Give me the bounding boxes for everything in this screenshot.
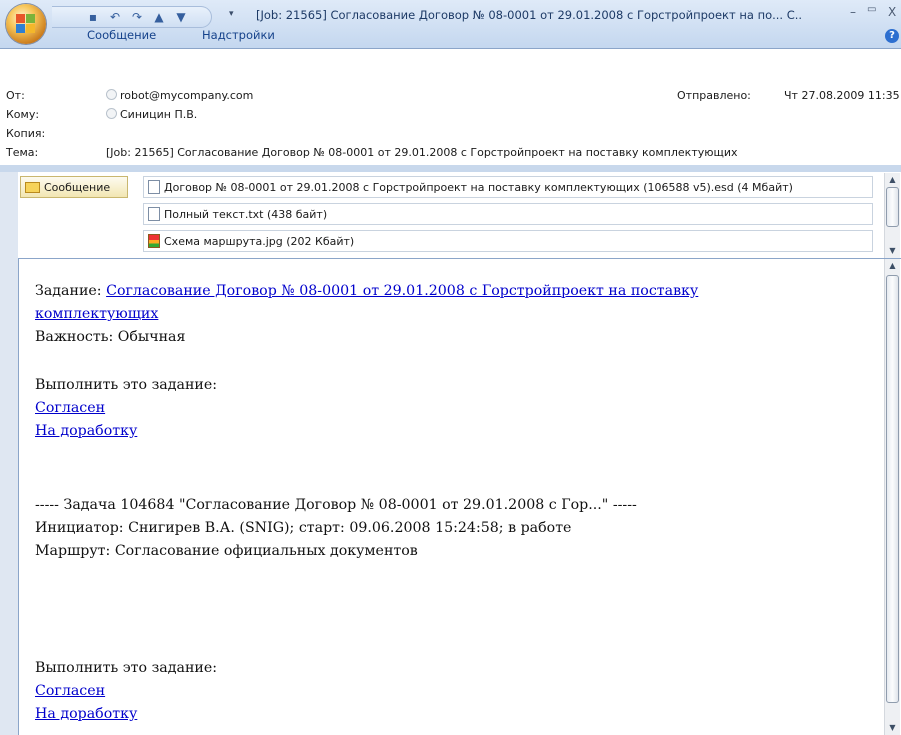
scroll-down-icon[interactable]: ▼ — [885, 244, 900, 258]
rework-line: На доработку — [35, 423, 137, 439]
task-link-continued[interactable]: комплектующих — [35, 306, 158, 322]
message-header: От: robot@mycompany.com Кому: Синицин П.… — [0, 48, 901, 165]
sent-label: Отправлено: — [677, 89, 751, 102]
attachment-item[interactable]: Полный текст.txt (438 байт) — [143, 203, 873, 225]
office-logo-icon — [16, 14, 36, 34]
from-field[interactable]: robot@mycompany.com — [106, 89, 253, 102]
task-link[interactable]: Согласование Договор № 08-0001 от 29.01.… — [106, 283, 698, 299]
subject-label: Тема: — [6, 146, 39, 159]
undo-icon[interactable]: ↶ — [104, 10, 126, 24]
message-tab-label: Сообщение — [44, 180, 111, 194]
scroll-up-icon[interactable]: ▲ — [885, 173, 900, 187]
left-strip — [0, 172, 18, 735]
task-prefix: Задание: — [35, 283, 107, 299]
attachment-item[interactable]: Схема маршрута.jpg (202 Кбайт) — [143, 230, 873, 252]
window-title: [Job: 21565] Согласование Договор № 08-0… — [256, 8, 803, 22]
attachment-label: Договор № 08-0001 от 29.01.2008 с Горстр… — [164, 180, 793, 194]
do-task-label-2: Выполнить это задание: — [35, 660, 218, 676]
image-file-icon — [148, 234, 160, 248]
scroll-thumb[interactable] — [886, 187, 899, 227]
message-tab[interactable]: Сообщение — [20, 176, 128, 198]
cc-label: Копия: — [6, 127, 46, 140]
presence-icon — [106, 89, 117, 100]
scroll-thumb[interactable] — [886, 275, 899, 703]
tab-addins[interactable]: Надстройки — [202, 28, 275, 42]
importance: Важность: Обычная — [35, 329, 186, 345]
rework-line-2: На доработку — [35, 706, 137, 722]
dropdown-icon[interactable]: ▾ — [229, 9, 234, 19]
arrow-down-icon[interactable]: ▼ — [170, 10, 192, 24]
attachment-label: Схема маршрута.jpg (202 Кбайт) — [164, 234, 355, 248]
envelope-icon — [25, 181, 40, 193]
route-line: Маршрут: Согласование официальных докуме… — [35, 543, 418, 559]
sent-value: Чт 27.08.2009 11:35 — [784, 89, 900, 102]
restore-button[interactable]: ▭ — [867, 4, 876, 15]
task-line-2: комплектующих — [35, 306, 158, 322]
tab-message[interactable]: Сообщение — [87, 28, 156, 42]
attachment-label: Полный текст.txt (438 байт) — [164, 207, 328, 221]
body-scrollbar[interactable]: ▲ ▼ — [884, 259, 900, 735]
to-field[interactable]: Синицин П.В. — [106, 108, 197, 121]
to-label: Кому: — [6, 108, 40, 121]
agree-line: Согласен — [35, 400, 105, 416]
from-value: robot@mycompany.com — [120, 89, 254, 102]
agree-link-2[interactable]: Согласен — [35, 683, 105, 699]
subject-value: [Job: 21565] Согласование Договор № 08-0… — [106, 146, 738, 159]
from-label: От: — [6, 89, 25, 102]
rework-link-2[interactable]: На доработку — [35, 706, 137, 722]
attachment-item[interactable]: Договор № 08-0001 от 29.01.2008 с Горстр… — [143, 176, 873, 198]
message-body: Задание: Согласование Договор № 08-0001 … — [18, 258, 901, 735]
task-header: ----- Задача 104684 "Согласование Догово… — [35, 497, 637, 513]
file-icon — [148, 180, 160, 194]
do-task-label: Выполнить это задание: — [35, 377, 218, 393]
quick-access-toolbar: ▪ ↶ ↷ ▲ ▼ — [52, 6, 212, 28]
agree-line-2: Согласен — [35, 683, 105, 699]
redo-icon[interactable]: ↷ — [126, 10, 148, 24]
text-file-icon — [148, 207, 160, 221]
initiator-line: Инициатор: Снигирев В.А. (SNIG); старт: … — [35, 520, 572, 536]
presence-icon — [106, 108, 117, 119]
arrow-up-icon[interactable]: ▲ — [148, 10, 170, 24]
close-button[interactable]: X — [888, 5, 896, 19]
task-line: Задание: Согласование Договор № 08-0001 … — [35, 283, 698, 299]
agree-link[interactable]: Согласен — [35, 400, 105, 416]
save-icon[interactable]: ▪ — [82, 10, 104, 24]
office-button[interactable] — [6, 4, 46, 44]
attachments-scrollbar[interactable]: ▲ ▼ — [884, 173, 900, 258]
scroll-down-icon[interactable]: ▼ — [885, 721, 900, 735]
scroll-up-icon[interactable]: ▲ — [885, 259, 900, 273]
rework-link[interactable]: На доработку — [35, 423, 137, 439]
to-value: Синицин П.В. — [120, 108, 198, 121]
minimize-button[interactable]: – — [850, 5, 856, 19]
help-icon[interactable]: ? — [885, 29, 899, 43]
